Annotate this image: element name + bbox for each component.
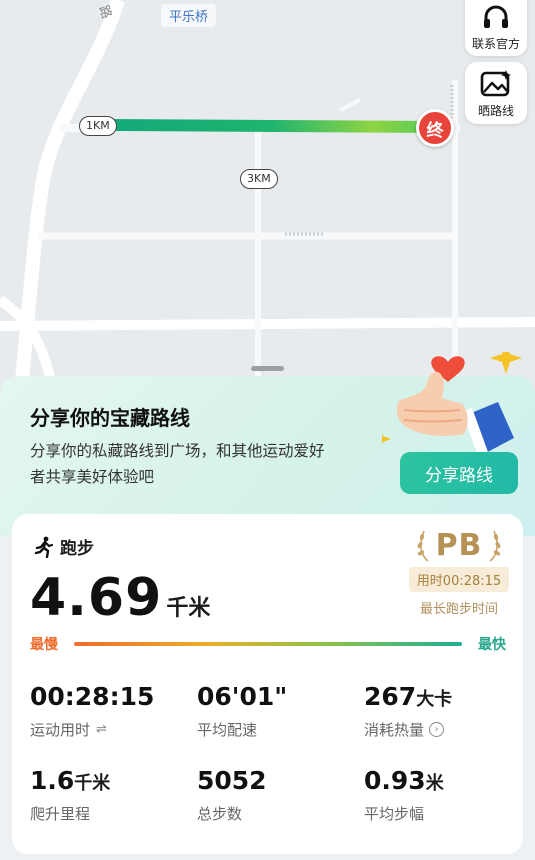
laurel-left-icon (417, 530, 429, 562)
activity-type-label: 跑步 (60, 539, 94, 559)
stat-stride-label: 平均步幅 (364, 805, 425, 823)
stat-pace-value: 06'01" (197, 682, 288, 711)
stat-steps-label: 总步数 (197, 805, 243, 823)
activity-type: 跑步 (34, 534, 94, 559)
pace-fast-label: 最快 (478, 637, 506, 653)
stat-pace-label: 平均配速 (197, 721, 258, 739)
contact-official-button[interactable]: 联系官方 (465, 0, 527, 56)
stat-calories-unit: 大卡 (416, 689, 453, 710)
map-roads (0, 0, 535, 400)
promo-title: 分享你的宝藏路线 (30, 406, 190, 430)
stat-stride-unit: 米 (425, 773, 444, 794)
activity-summary-card: 跑步 4.69 千米 PB 用时00:28:15 最长跑步时间 最慢 最快 00… (12, 514, 523, 854)
stat-steps-value: 5052 (197, 766, 267, 795)
headset-icon (484, 5, 508, 28)
end-marker: 终 (416, 109, 454, 147)
km-marker-3: 3KM (240, 169, 278, 189)
share-promo-banner: 分享你的宝藏路线 分享你的私藏路线到广场，和其他运动爱好者共享美好体验吧 分享路… (0, 352, 535, 536)
distance: 4.69 千米 (30, 568, 210, 628)
route-map[interactable]: 平乐桥 路 1KM 3KM 终 联系官方 晒路线 (0, 0, 535, 400)
stat-elevation-unit: 千米 (74, 773, 111, 794)
running-icon (34, 536, 54, 558)
laurel-right-icon (489, 530, 501, 562)
switch-arrows-icon[interactable]: ⇌ (96, 722, 107, 737)
pace-gradient-bar (74, 642, 462, 646)
stat-steps: 5052 总步数 (197, 766, 267, 824)
promo-description: 分享你的私藏路线到广场，和其他运动爱好者共享美好体验吧 (30, 442, 325, 486)
pace-slow-label: 最慢 (30, 637, 58, 653)
stat-pace: 06'01" 平均配速 (197, 682, 287, 740)
share-route-map-label: 晒路线 (477, 103, 514, 118)
share-route-map-button[interactable]: 晒路线 (465, 62, 527, 124)
chevron-right-circle-icon[interactable]: › (429, 722, 445, 737)
stat-duration: 00:28:15 运动用时 ⇌ (30, 682, 154, 740)
stat-calories[interactable]: 267大卡 消耗热量 › (364, 682, 452, 740)
pace-scale: 最慢 最快 (30, 634, 506, 654)
stat-calories-label: 消耗热量 (364, 721, 425, 739)
contact-official-label: 联系官方 (471, 36, 520, 51)
place-label: 平乐桥 (161, 4, 217, 27)
stat-elevation: 1.6千米 爬升里程 (30, 766, 110, 824)
photo-sparkle-icon (480, 69, 511, 96)
stat-elevation-value: 1.6 (30, 766, 75, 795)
stat-elevation-label: 爬升里程 (30, 805, 91, 823)
stat-stride: 0.93米 平均步幅 (364, 766, 444, 824)
stat-duration-label: 运动用时 (30, 721, 91, 739)
stat-duration-value: 00:28:15 (30, 682, 155, 711)
pb-time: 用时00:28:15 (408, 567, 510, 592)
stat-stride-value: 0.93 (364, 766, 426, 795)
km-marker-1: 1KM (79, 116, 117, 136)
distance-unit: 千米 (166, 596, 211, 621)
pb-label: PB (435, 528, 483, 563)
pb-description: 最长跑步时间 (419, 602, 498, 617)
stat-calories-value: 267 (364, 682, 417, 711)
drag-handle[interactable] (251, 366, 284, 371)
personal-best-badge[interactable]: PB 用时00:28:15 最长跑步时间 (404, 528, 514, 617)
distance-value: 4.69 (30, 568, 163, 628)
share-route-button[interactable]: 分享路线 (400, 452, 518, 494)
